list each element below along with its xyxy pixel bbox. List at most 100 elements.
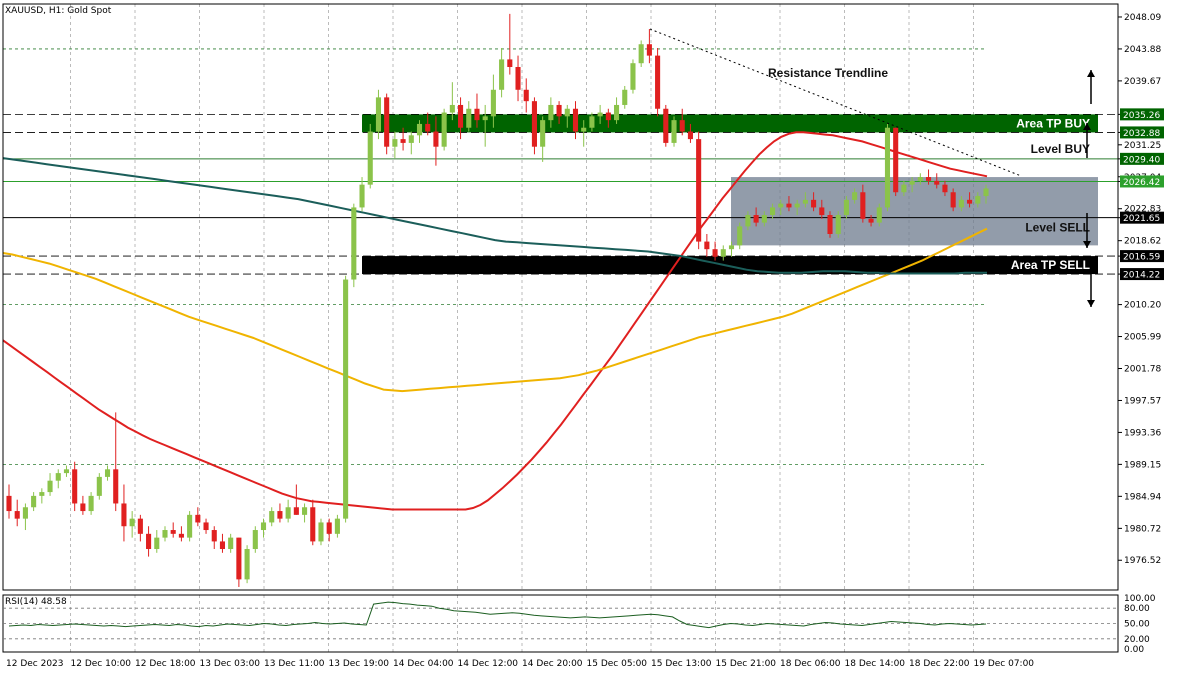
candle-body — [696, 139, 702, 242]
candle-body — [967, 199, 973, 204]
candle-body — [96, 476, 102, 496]
candle-body — [712, 249, 718, 257]
candle-body — [499, 59, 505, 90]
candle-body — [868, 218, 874, 223]
x-tick-label: 19 Dec 07:00 — [974, 659, 1035, 669]
candle-body — [794, 203, 800, 208]
x-tick-label: 14 Dec 12:00 — [458, 659, 519, 669]
y-tick-label: 1993.36 — [1124, 428, 1161, 438]
candle-body — [589, 116, 595, 128]
y-tick-label: 1984.94 — [1124, 492, 1161, 502]
level-buy-label: Level BUY — [1031, 142, 1090, 156]
candle-body — [137, 518, 143, 534]
price-badge-text: 2029.40 — [1123, 155, 1160, 165]
candle-body — [958, 199, 964, 208]
candle-body — [47, 480, 53, 493]
rsi-y-tick-label: 20.00 — [1124, 635, 1150, 645]
arrow-down-sell-tp-head — [1087, 300, 1095, 307]
x-tick-label: 15 Dec 13:00 — [651, 659, 712, 669]
candle-body — [269, 511, 275, 523]
candle-body — [367, 131, 373, 185]
candle-body — [129, 518, 135, 527]
candle-body — [31, 495, 37, 508]
candle-body — [433, 131, 439, 147]
candle-body — [375, 97, 381, 132]
candle-body — [531, 101, 537, 147]
candle-body — [614, 104, 620, 121]
price-badge-text: 2032.88 — [1123, 129, 1160, 139]
candle-body — [901, 184, 907, 193]
x-tick-label: 14 Dec 04:00 — [393, 659, 454, 669]
candle-body — [860, 192, 866, 219]
candle-body — [548, 104, 554, 121]
candle-body — [458, 104, 464, 128]
candle-body — [523, 89, 529, 102]
y-tick-label: 1997.57 — [1124, 396, 1161, 406]
candle-body — [195, 514, 201, 523]
candle-body — [564, 108, 570, 117]
candle-body — [893, 127, 899, 193]
y-tick-label: 2001.78 — [1124, 365, 1161, 375]
area-tp-sell-label: Area TP SELL — [1011, 258, 1090, 272]
candle-body — [917, 177, 923, 181]
x-tick-label: 12 Dec 2023 — [6, 659, 64, 669]
candle-body — [359, 184, 365, 208]
candle-body — [310, 507, 316, 542]
y-tick-label: 2043.88 — [1124, 45, 1161, 55]
candle-body — [728, 245, 735, 250]
candle-body — [121, 503, 127, 527]
candle-body — [605, 112, 611, 121]
candle-body — [811, 199, 817, 208]
candle-body — [950, 192, 956, 208]
y-tick-label: 2031.25 — [1124, 141, 1161, 151]
candle-body — [228, 537, 234, 550]
rsi-y-tick-label: 100.00 — [1124, 594, 1156, 604]
candle-body — [827, 215, 833, 234]
candle-body — [392, 139, 398, 147]
candle-body — [884, 127, 891, 208]
x-tick-label: 13 Dec 19:00 — [329, 659, 390, 669]
candle-body — [556, 104, 562, 117]
candle-body — [671, 120, 677, 143]
candle-body — [293, 507, 299, 515]
candle-body — [400, 139, 406, 143]
gold-chart-svg[interactable]: Area TP BUY Area TP SELL Level BUY Level SE… — [0, 0, 1200, 675]
x-tick-label: 15 Dec 05:00 — [587, 659, 648, 669]
candle-body — [6, 495, 12, 512]
candle-body — [482, 116, 488, 121]
candle-body — [80, 503, 86, 512]
rsi-panel: 100.0080.00 50.00 20.000.00 — [3, 594, 1156, 655]
y-tick-label: 2048.09 — [1124, 13, 1161, 23]
candle-body — [236, 537, 242, 580]
candle-body — [737, 226, 743, 246]
candle-body — [909, 180, 915, 185]
arrow-up-buy-tp-head — [1087, 70, 1095, 77]
candle-body — [154, 537, 160, 550]
consolidation-box — [731, 177, 1098, 246]
candle-body — [260, 522, 267, 531]
price-badge-text: 2014.22 — [1123, 271, 1160, 281]
price-badge-text: 2035.26 — [1123, 111, 1160, 121]
x-tick-label: 13 Dec 11:00 — [264, 659, 325, 669]
candle-body — [441, 112, 447, 147]
candle-body — [466, 108, 472, 128]
candle-body — [720, 249, 726, 257]
price-badge-text: 2016.59 — [1123, 253, 1160, 263]
y-tick-label: 1976.52 — [1124, 556, 1161, 566]
candle-body — [515, 67, 521, 90]
candle-body — [203, 522, 209, 531]
rsi-y-tick-label: 80.00 — [1124, 604, 1150, 614]
candle-body — [72, 469, 78, 504]
candle-body — [852, 192, 858, 200]
candle-body — [113, 469, 119, 504]
x-tick-label: 13 Dec 03:00 — [200, 659, 261, 669]
y-tick-label: 2039.67 — [1124, 77, 1161, 87]
candle-body — [876, 207, 882, 223]
candle-body — [679, 120, 685, 132]
main-frame — [2, 3, 1119, 591]
area-tp-buy-zone — [362, 114, 1098, 133]
candle-body — [219, 541, 226, 550]
x-tick-label: 18 Dec 22:00 — [909, 659, 970, 669]
rsi-y-tick-label: 50.00 — [1124, 620, 1150, 630]
candle-body — [983, 188, 989, 197]
